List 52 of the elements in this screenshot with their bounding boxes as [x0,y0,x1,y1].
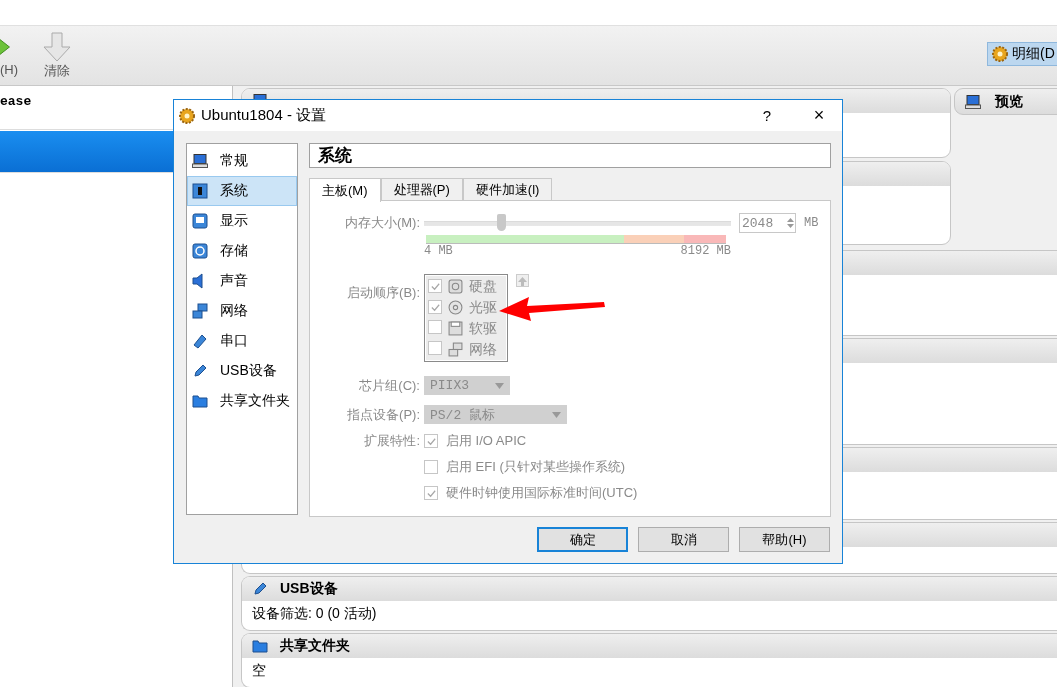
unit-label: MB [804,216,819,230]
scale-label: 8192 MB [680,244,731,258]
floppy-icon [448,321,463,336]
tab[interactable]: 处理器(P) [380,178,463,200]
help-button[interactable]: ? [744,100,790,131]
dialog-button[interactable]: 取消 [638,527,729,552]
arrow-icon [0,36,10,58]
field-label: 芯片组(C): [358,377,420,395]
hard-disk-icon [448,279,463,294]
tab[interactable]: 主板(M) [309,178,381,202]
details-button[interactable]: 明细(D [987,42,1057,66]
category-item[interactable]: 声音 [187,266,297,296]
page-title: 系统 [309,143,832,168]
category-item[interactable]: 常规 [187,146,297,176]
toolbar-label[interactable]: 清除 [44,62,70,80]
category-item[interactable]: 存储 [187,236,297,266]
network-icon [192,303,208,319]
gear-icon [179,107,195,124]
scale-label: 4 MB [424,244,453,258]
field-label: 内存大小(M): [343,214,420,232]
category-item[interactable]: 共享文件夹 [187,386,297,416]
section-text: 空 [251,661,267,680]
dialog-button[interactable]: 确定 [537,527,628,552]
folder-icon [192,393,208,409]
disk-icon [192,243,208,259]
category-item[interactable]: 系统 [187,176,297,206]
section-title: 预览 [995,92,1023,111]
chip-icon [192,183,208,199]
dialog-button[interactable]: 帮助(H) [739,527,830,552]
category-item[interactable]: USB设备 [187,356,297,386]
display-icon [192,213,208,229]
toolbar-label[interactable]: (H) [0,62,19,77]
category-item[interactable]: 网络 [187,296,297,326]
monitor-icon [965,93,981,110]
field-label: 指点设备(P): [346,406,420,424]
caret-icon [552,411,561,418]
monitor-icon [192,153,208,169]
caret-icon [495,382,504,389]
section-title: 共享文件夹 [280,637,350,655]
folder-icon [252,638,268,654]
gear-icon [992,46,1008,62]
close-button[interactable]: × [796,100,842,131]
optical-disc-icon [448,300,463,315]
section-title: USB设备 [280,580,338,598]
network-icon [448,342,463,357]
category-item[interactable]: 串口 [187,326,297,356]
section-text: 设备筛选: 0 (0 活动) [251,604,378,623]
field-label: 扩展特性: [363,432,420,450]
category-item[interactable]: 显示 [187,206,297,236]
tab[interactable]: 硬件加速(l) [462,178,553,200]
down-arrow-icon [42,32,72,62]
field-label: 启动顺序(B): [346,284,420,302]
